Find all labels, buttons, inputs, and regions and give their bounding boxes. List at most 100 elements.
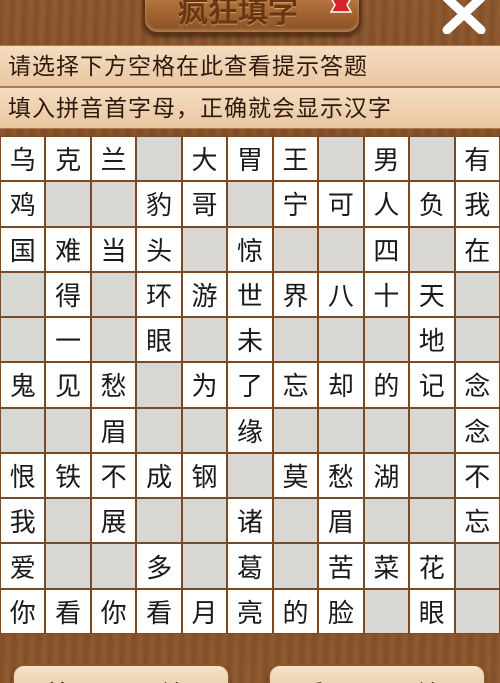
grid-cell-letter[interactable]: 的 (364, 363, 409, 407)
grid-cell-blank[interactable] (1, 272, 45, 317)
grid-cell-letter[interactable]: 豹 (137, 182, 181, 226)
grid-cell-blank[interactable] (364, 408, 409, 452)
grid-cell-blank[interactable] (319, 227, 363, 271)
grid-cell-letter[interactable]: 兰 (91, 137, 136, 181)
grid-cell-letter[interactable]: 恨 (1, 453, 45, 498)
grid-cell-blank[interactable] (137, 499, 181, 543)
grid-cell-blank[interactable] (455, 272, 499, 317)
grid-cell-blank[interactable] (455, 589, 499, 633)
grid-cell-letter[interactable]: 眼 (410, 589, 454, 633)
grid-cell-letter[interactable]: 爱 (1, 544, 45, 588)
grid-cell-letter[interactable]: 哥 (182, 182, 227, 226)
grid-cell-letter[interactable]: 不 (91, 453, 136, 498)
grid-cell-letter[interactable]: 展 (91, 499, 136, 543)
grid-cell-letter[interactable]: 克 (46, 137, 90, 181)
grid-cell-letter[interactable]: 乌 (1, 137, 45, 181)
grid-cell-letter[interactable]: 却 (319, 363, 363, 407)
grid-cell-letter[interactable]: 王 (273, 137, 318, 181)
grid-cell-blank[interactable] (91, 182, 136, 226)
grid-cell-letter[interactable]: 不 (455, 453, 499, 498)
grid-cell-letter[interactable]: 当 (91, 227, 136, 271)
grid-cell-letter[interactable]: 花 (410, 544, 454, 588)
grid-cell-letter[interactable]: 胃 (228, 137, 272, 181)
grid-cell-letter[interactable]: 的 (273, 589, 318, 633)
grid-cell-letter[interactable]: 我 (1, 499, 45, 543)
grid-cell-letter[interactable]: 一 (46, 318, 90, 362)
prev-level-button[interactable]: 首页一关 (12, 664, 230, 683)
grid-cell-letter[interactable]: 八 (319, 272, 363, 317)
grid-cell-letter[interactable]: 忘 (273, 363, 318, 407)
grid-cell-letter[interactable]: 铁 (46, 453, 90, 498)
grid-cell-letter[interactable]: 为 (182, 363, 227, 407)
grid-cell-blank[interactable] (182, 227, 227, 271)
grid-cell-letter[interactable]: 缘 (228, 408, 272, 452)
grid-cell-blank[interactable] (410, 137, 454, 181)
grid-cell-letter[interactable]: 鬼 (1, 363, 45, 407)
grid-cell-blank[interactable] (1, 318, 45, 362)
grid-cell-letter[interactable]: 眉 (91, 408, 136, 452)
grid-cell-letter[interactable]: 宁 (273, 182, 318, 226)
grid-cell-letter[interactable]: 多 (137, 544, 181, 588)
grid-cell-letter[interactable]: 人 (364, 182, 409, 226)
grid-cell-letter[interactable]: 见 (46, 363, 90, 407)
grid-cell-letter[interactable]: 忘 (455, 499, 499, 543)
grid-cell-letter[interactable]: 菜 (364, 544, 409, 588)
grid-cell-letter[interactable]: 月 (182, 589, 227, 633)
grid-cell-blank[interactable] (364, 589, 409, 633)
grid-cell-letter[interactable]: 脸 (319, 589, 363, 633)
grid-cell-blank[interactable] (137, 408, 181, 452)
grid-cell-letter[interactable]: 湖 (364, 453, 409, 498)
grid-cell-letter[interactable]: 负 (410, 182, 454, 226)
grid-cell-letter[interactable]: 葛 (228, 544, 272, 588)
grid-cell-blank[interactable] (182, 408, 227, 452)
grid-cell-blank[interactable] (182, 544, 227, 588)
grid-cell-blank[interactable] (273, 227, 318, 271)
grid-cell-letter[interactable]: 钢 (182, 453, 227, 498)
next-level-button[interactable]: 后页一关 (268, 664, 486, 683)
grid-cell-letter[interactable]: 鸡 (1, 182, 45, 226)
grid-cell-blank[interactable] (364, 499, 409, 543)
grid-cell-letter[interactable]: 可 (319, 182, 363, 226)
grid-cell-blank[interactable] (364, 318, 409, 362)
grid-cell-letter[interactable]: 难 (46, 227, 90, 271)
grid-cell-letter[interactable]: 世 (228, 272, 272, 317)
grid-cell-letter[interactable]: 我 (455, 182, 499, 226)
grid-cell-letter[interactable]: 你 (91, 589, 136, 633)
grid-cell-letter[interactable]: 成 (137, 453, 181, 498)
grid-cell-letter[interactable]: 了 (228, 363, 272, 407)
grid-cell-letter[interactable]: 念 (455, 408, 499, 452)
grid-cell-letter[interactable]: 诸 (228, 499, 272, 543)
grid-cell-letter[interactable]: 记 (410, 363, 454, 407)
grid-cell-letter[interactable]: 有 (455, 137, 499, 181)
grid-cell-blank[interactable] (273, 408, 318, 452)
grid-cell-blank[interactable] (1, 408, 45, 452)
grid-cell-letter[interactable]: 眼 (137, 318, 181, 362)
grid-cell-letter[interactable]: 头 (137, 227, 181, 271)
grid-cell-blank[interactable] (410, 499, 454, 543)
grid-cell-letter[interactable]: 莫 (273, 453, 318, 498)
grid-cell-letter[interactable]: 未 (228, 318, 272, 362)
grid-cell-blank[interactable] (182, 318, 227, 362)
grid-cell-letter[interactable]: 念 (455, 363, 499, 407)
grid-cell-letter[interactable]: 看 (46, 589, 90, 633)
grid-cell-letter[interactable]: 地 (410, 318, 454, 362)
grid-cell-blank[interactable] (137, 363, 181, 407)
grid-cell-blank[interactable] (46, 182, 90, 226)
grid-cell-blank[interactable] (319, 408, 363, 452)
grid-cell-blank[interactable] (410, 408, 454, 452)
grid-cell-letter[interactable]: 国 (1, 227, 45, 271)
grid-cell-blank[interactable] (46, 544, 90, 588)
grid-cell-letter[interactable]: 十 (364, 272, 409, 317)
grid-cell-letter[interactable]: 男 (364, 137, 409, 181)
grid-cell-letter[interactable]: 愁 (319, 453, 363, 498)
grid-cell-blank[interactable] (410, 453, 454, 498)
grid-cell-letter[interactable]: 游 (182, 272, 227, 317)
grid-cell-blank[interactable] (91, 544, 136, 588)
close-icon[interactable] (439, 0, 489, 34)
grid-cell-blank[interactable] (91, 272, 136, 317)
grid-cell-letter[interactable]: 四 (364, 227, 409, 271)
grid-cell-letter[interactable]: 愁 (91, 363, 136, 407)
grid-cell-letter[interactable]: 亮 (228, 589, 272, 633)
grid-cell-blank[interactable] (410, 227, 454, 271)
grid-cell-blank[interactable] (228, 182, 272, 226)
